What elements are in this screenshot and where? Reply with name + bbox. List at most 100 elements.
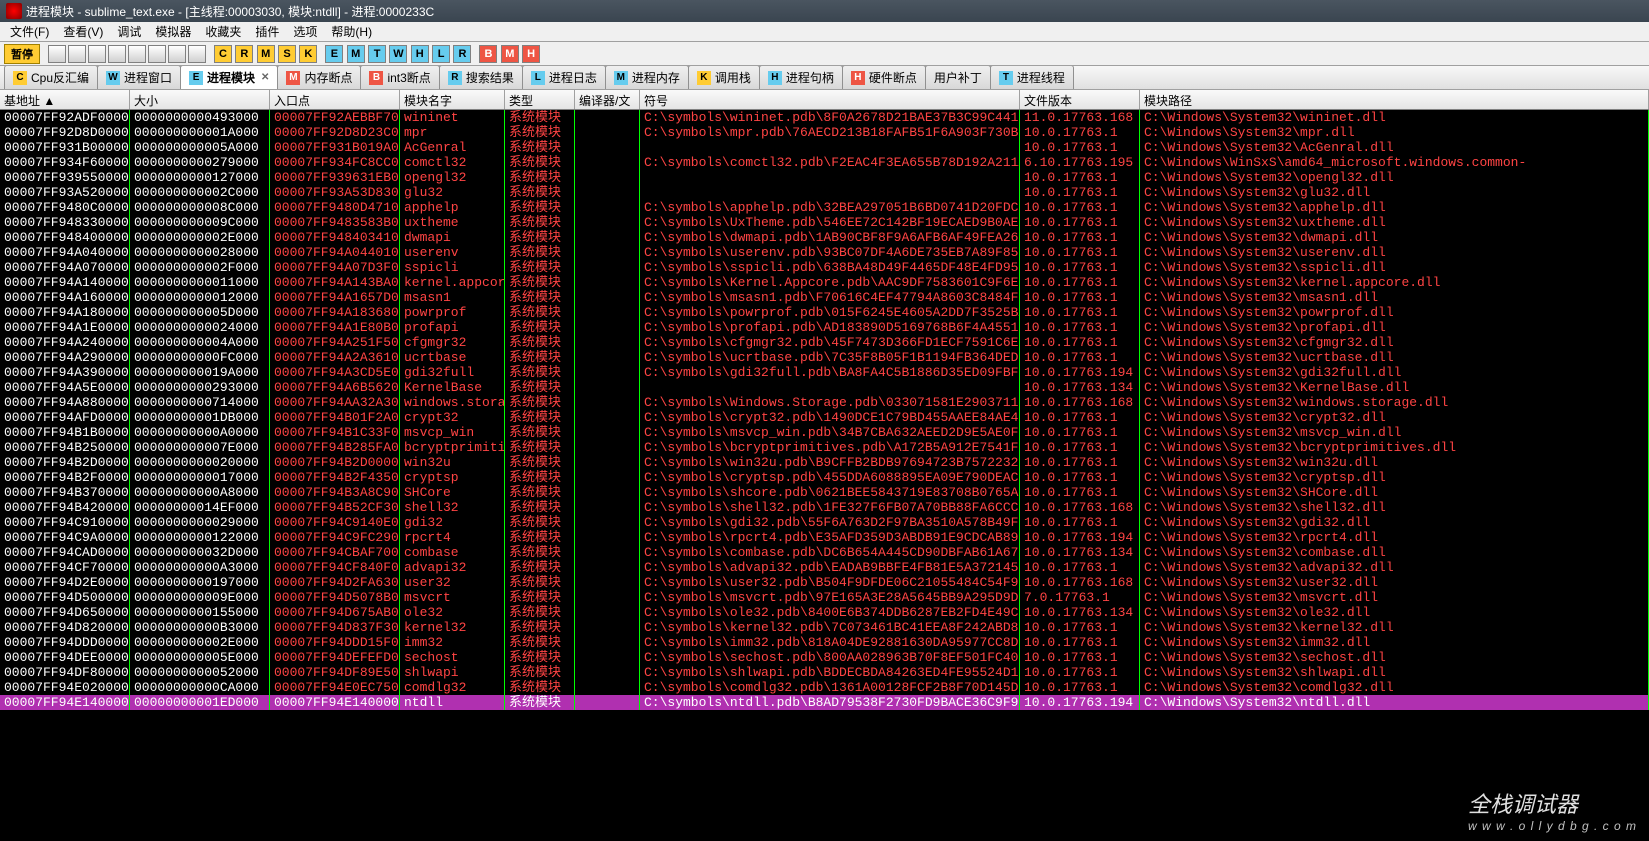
toolbar-letter-M[interactable]: M (257, 45, 275, 63)
tab-硬件断点[interactable]: H硬件断点 (842, 66, 926, 89)
tab-内存断点[interactable]: M内存断点 (277, 66, 361, 89)
table-row[interactable]: 00007FF94CAD0000000000000032D00000007FF9… (0, 545, 1649, 560)
table-row[interactable]: 00007FF94DEE0000000000000005E00000007FF9… (0, 650, 1649, 665)
tool-stop-icon[interactable] (88, 45, 106, 63)
table-row[interactable]: 00007FF94A240000000000000004A00000007FF9… (0, 335, 1649, 350)
tab-用户补丁[interactable]: 用户补丁 (925, 66, 991, 89)
toolbar-letter-H[interactable]: H (411, 45, 429, 63)
table-row[interactable]: 00007FF94B2F0000000000000001700000007FF9… (0, 470, 1649, 485)
toolbar-letter-W[interactable]: W (389, 45, 407, 63)
table-row[interactable]: 00007FF93A520000000000000002C00000007FF9… (0, 185, 1649, 200)
table-row[interactable]: 00007FF92ADF0000000000000049300000007FF9… (0, 110, 1649, 125)
toolbar-letter-R[interactable]: R (453, 45, 471, 63)
toolbar-letter-L[interactable]: L (432, 45, 450, 63)
table-row[interactable]: 00007FF94B37000000000000000A800000007FF9… (0, 485, 1649, 500)
table-row[interactable]: 00007FF94A160000000000000001200000007FF9… (0, 290, 1649, 305)
menu-item[interactable]: 选项 (287, 21, 323, 42)
menu-item[interactable]: 模拟器 (149, 21, 197, 42)
table-row[interactable]: 00007FF931B00000000000000005A00000007FF9… (0, 140, 1649, 155)
table-row[interactable]: 00007FF94DF80000000000000005200000007FF9… (0, 665, 1649, 680)
toolbar-letter-S[interactable]: S (278, 45, 296, 63)
menu-item[interactable]: 调试 (111, 21, 147, 42)
tab-进程窗口[interactable]: W进程窗口 (97, 66, 181, 89)
column-header[interactable]: 编译器/文 (575, 90, 640, 109)
tab-调用栈[interactable]: K调用栈 (688, 66, 760, 89)
table-row[interactable]: 00007FF94E14000000000000001ED00000007FF9… (0, 695, 1649, 710)
column-header[interactable]: 基地址 ▲ (0, 90, 130, 109)
table-row[interactable]: 00007FF94D2E0000000000000019700000007FF9… (0, 575, 1649, 590)
close-icon[interactable]: ✕ (261, 72, 269, 83)
tab-进程内存[interactable]: M进程内存 (605, 66, 689, 89)
tool-runto-icon[interactable] (168, 45, 186, 63)
cell: 00007FF92AEBBF70 (270, 110, 400, 125)
toolbar-letter-K[interactable]: K (299, 45, 317, 63)
table-row[interactable]: 00007FF94E02000000000000000CA00000007FF9… (0, 680, 1649, 695)
column-header[interactable]: 模块路径 (1140, 90, 1649, 109)
table-row[interactable]: 00007FF94A040000000000000002800000007FF9… (0, 245, 1649, 260)
table-row[interactable]: 00007FF94A180000000000000005D00000007FF9… (0, 305, 1649, 320)
toolbar-letter-M[interactable]: M (501, 45, 519, 63)
tool-stepover-icon[interactable] (128, 45, 146, 63)
tab-Cpu反汇编[interactable]: CCpu反汇编 (4, 66, 98, 89)
toolbar-letter-M[interactable]: M (347, 45, 365, 63)
cell: 10.0.17763.1 (1020, 245, 1140, 260)
table-row[interactable]: 00007FF94B250000000000000007E00000007FF9… (0, 440, 1649, 455)
table-row[interactable]: 00007FF94C910000000000000002900000007FF9… (0, 515, 1649, 530)
tool-refresh-icon[interactable] (68, 45, 86, 63)
toolbar-letter-H[interactable]: H (522, 45, 540, 63)
tab-进程模块[interactable]: E进程模块✕ (180, 66, 278, 89)
column-header[interactable]: 大小 (130, 90, 270, 109)
toolbar-letter-R[interactable]: R (235, 45, 253, 63)
tool-run-icon[interactable] (148, 45, 166, 63)
table-row[interactable]: 00007FF94AFD000000000000001DB00000007FF9… (0, 410, 1649, 425)
table-row[interactable]: 00007FF94A390000000000000019A00000007FF9… (0, 365, 1649, 380)
table-row[interactable]: 00007FF939550000000000000012700000007FF9… (0, 170, 1649, 185)
table-row[interactable]: 00007FF94D82000000000000000B300000007FF9… (0, 620, 1649, 635)
tool-open-icon[interactable] (48, 45, 66, 63)
cell: 00007FF94DF80000 (0, 665, 130, 680)
tab-搜索结果[interactable]: R搜索结果 (439, 66, 523, 89)
table-row[interactable]: 00007FF94A070000000000000002F00000007FF9… (0, 260, 1649, 275)
pause-button[interactable]: 暂停 (4, 44, 40, 64)
menu-item[interactable]: 帮助(H) (325, 21, 378, 42)
cell (575, 500, 640, 515)
column-header[interactable]: 模块名字 (400, 90, 505, 109)
column-header[interactable]: 文件版本 (1020, 90, 1140, 109)
toolbar-letter-B[interactable]: B (479, 45, 497, 63)
menu-item[interactable]: 收藏夹 (199, 21, 247, 42)
toolbar-letter-T[interactable]: T (368, 45, 386, 63)
table-row[interactable]: 00007FF934F60000000000000027900000007FF9… (0, 155, 1649, 170)
tab-进程线程[interactable]: T进程线程 (990, 66, 1074, 89)
column-header[interactable]: 入口点 (270, 90, 400, 109)
table-row[interactable]: 00007FF94D500000000000000009E00000007FF9… (0, 590, 1649, 605)
column-header[interactable]: 类型 (505, 90, 575, 109)
table-row[interactable]: 00007FF94DDD0000000000000002E00000007FF9… (0, 635, 1649, 650)
table-row[interactable]: 00007FF94A140000000000000001100000007FF9… (0, 275, 1649, 290)
table-row[interactable]: 00007FF94D650000000000000015500000007FF9… (0, 605, 1649, 620)
table-row[interactable]: 00007FF94A1E0000000000000002400000007FF9… (0, 320, 1649, 335)
table-row[interactable]: 00007FF94B42000000000000014EF00000007FF9… (0, 500, 1649, 515)
toolbar-letter-E[interactable]: E (325, 45, 343, 63)
table-row[interactable]: 00007FF94B2D0000000000000002000000007FF9… (0, 455, 1649, 470)
table-row[interactable]: 00007FF94C9A0000000000000012200000007FF9… (0, 530, 1649, 545)
menu-item[interactable]: 插件 (249, 21, 285, 42)
toolbar-letter-C[interactable]: C (214, 45, 232, 63)
table-row[interactable]: 00007FF948400000000000000002E00000007FF9… (0, 230, 1649, 245)
table-row[interactable]: 00007FF948330000000000000009C00000007FF9… (0, 215, 1649, 230)
module-table[interactable]: 00007FF92ADF0000000000000049300000007FF9… (0, 110, 1649, 710)
menu-item[interactable]: 文件(F) (4, 21, 55, 42)
table-row[interactable]: 00007FF92D8D0000000000000001A00000007FF9… (0, 125, 1649, 140)
tool-bp-icon[interactable] (188, 45, 206, 63)
tab-进程日志[interactable]: L进程日志 (522, 66, 606, 89)
table-row[interactable]: 00007FF94A5E0000000000000029300000007FF9… (0, 380, 1649, 395)
tool-step-icon[interactable] (108, 45, 126, 63)
table-row[interactable]: 00007FF94A880000000000000071400000007FF9… (0, 395, 1649, 410)
table-row[interactable]: 00007FF94CF7000000000000000A300000007FF9… (0, 560, 1649, 575)
table-row[interactable]: 00007FF94A29000000000000000FC00000007FF9… (0, 350, 1649, 365)
tab-int3断点[interactable]: Bint3断点 (360, 66, 439, 89)
tab-进程句柄[interactable]: H进程句柄 (759, 66, 843, 89)
table-row[interactable]: 00007FF94B1B000000000000000A000000007FF9… (0, 425, 1649, 440)
table-row[interactable]: 00007FF9480C0000000000000008C00000007FF9… (0, 200, 1649, 215)
column-header[interactable]: 符号 (640, 90, 1020, 109)
menu-item[interactable]: 查看(V) (57, 21, 109, 42)
